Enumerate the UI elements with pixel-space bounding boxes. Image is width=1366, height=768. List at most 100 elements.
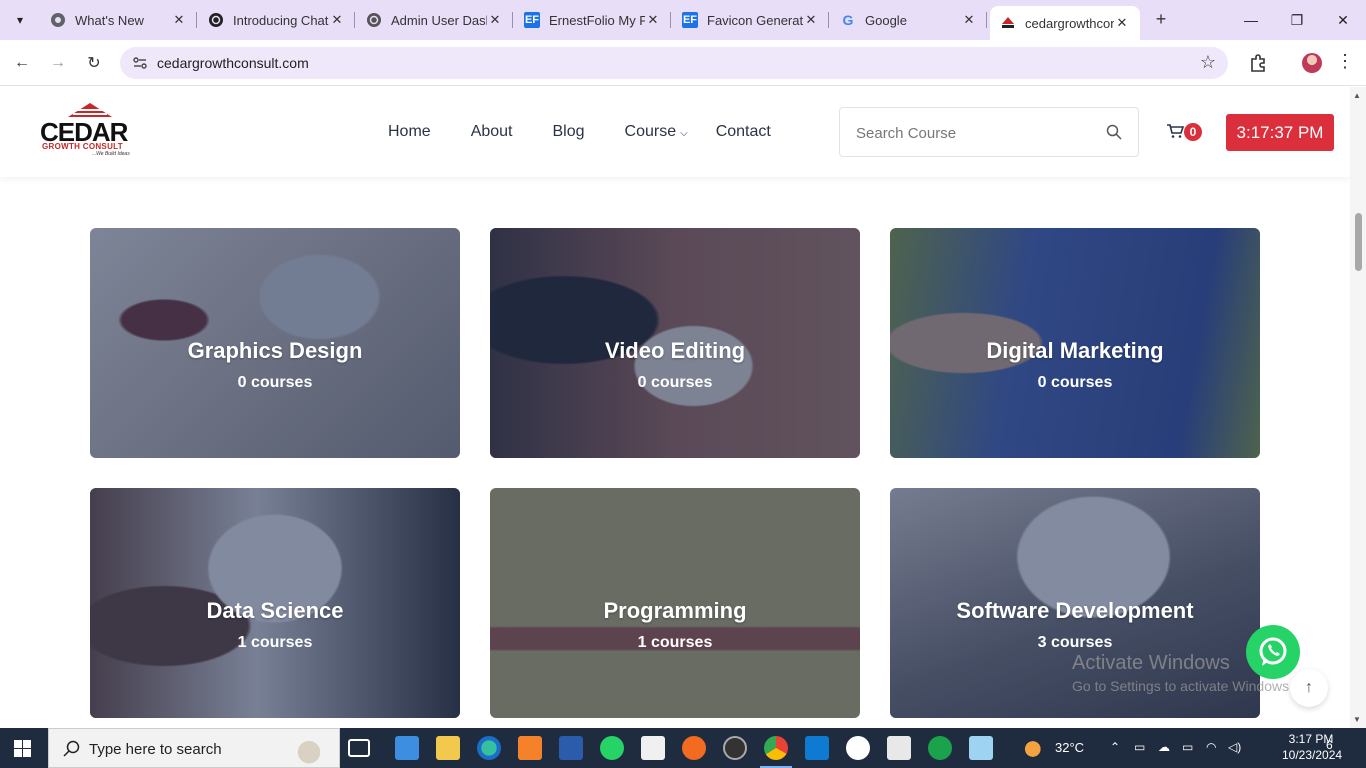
- clock-button[interactable]: 3:17:37 PM: [1226, 114, 1334, 151]
- category-card-programming[interactable]: Programming 1 courses: [490, 488, 860, 718]
- nav-about[interactable]: About: [471, 123, 513, 141]
- tab-admin-dashboard[interactable]: Admin User Dashboard ✕: [356, 6, 513, 34]
- category-count: 0 courses: [237, 374, 313, 391]
- tab-cedargrowthconsult[interactable]: cedargrowthconsult ✕: [990, 6, 1140, 40]
- close-tab-icon[interactable]: ✕: [803, 12, 819, 28]
- search-icon: [63, 740, 80, 757]
- ef-icon: EF: [682, 12, 698, 28]
- scroll-down-arrow-icon[interactable]: ▼: [1353, 715, 1361, 724]
- search-input[interactable]: [856, 122, 1096, 144]
- close-tab-icon[interactable]: ✕: [487, 12, 503, 28]
- browser-menu-icon[interactable]: ⋮: [1336, 51, 1354, 72]
- whatsapp-taskbar-icon[interactable]: [600, 736, 624, 760]
- nav-blog[interactable]: Blog: [553, 123, 585, 141]
- category-title: Video Editing: [604, 338, 746, 363]
- whatsapp-chat-button[interactable]: [1246, 625, 1300, 679]
- search-highlight-image: [289, 733, 329, 765]
- tab-introducing-chatgpt[interactable]: Introducing ChatGPT ✕: [198, 6, 355, 34]
- tab-title: ErnestFolio My Portfolio: [549, 12, 645, 28]
- store-icon[interactable]: [887, 736, 911, 760]
- taskbar-search[interactable]: Type here to search: [48, 728, 340, 768]
- category-card-digital-marketing[interactable]: Digital Marketing 0 courses: [890, 228, 1260, 458]
- page-viewport: CEDAR GROWTH CONSULT ...We Build Ideas H…: [0, 87, 1350, 728]
- logo-tagline: ...We Build Ideas: [92, 151, 130, 157]
- edge-icon[interactable]: [477, 736, 501, 760]
- capcut-icon[interactable]: [641, 736, 665, 760]
- restore-icon[interactable]: ❐: [1274, 0, 1320, 40]
- close-tab-icon[interactable]: ✕: [645, 12, 661, 28]
- profile-avatar[interactable]: [1302, 53, 1322, 73]
- windows-start-icon[interactable]: [14, 740, 31, 757]
- category-card-graphics-design[interactable]: Graphics Design 0 courses: [90, 228, 460, 458]
- course-search: [839, 107, 1139, 157]
- word-icon[interactable]: [559, 736, 583, 760]
- address-bar[interactable]: cedargrowthconsult.com ☆: [120, 47, 1228, 79]
- bookmark-star-icon[interactable]: ☆: [1200, 52, 1216, 73]
- close-tab-icon[interactable]: ✕: [961, 12, 977, 28]
- url-text[interactable]: cedargrowthconsult.com: [157, 55, 309, 71]
- onedrive-icon[interactable]: ☁: [1158, 740, 1170, 754]
- chevron-down-icon: ⌵: [680, 128, 688, 139]
- tray-chevron-icon[interactable]: ⌃: [1110, 740, 1120, 754]
- notification-count: 6: [1326, 738, 1333, 752]
- scrollbar-thumb[interactable]: [1355, 213, 1362, 271]
- browser-toolbar: ← → ↻ cedargrowthconsult.com ☆ ⋮: [0, 40, 1366, 86]
- cart-icon[interactable]: [1166, 123, 1184, 139]
- site-logo[interactable]: CEDAR GROWTH CONSULT ...We Build Ideas: [40, 103, 136, 159]
- volume-icon[interactable]: ◁): [1228, 740, 1241, 754]
- ef-icon: EF: [524, 12, 540, 28]
- nav-course[interactable]: Course ⌵: [625, 123, 688, 141]
- search-icon[interactable]: [1106, 124, 1122, 140]
- tab-title: Introducing ChatGPT: [233, 12, 329, 28]
- logo-subtitle: GROWTH CONSULT: [42, 142, 123, 151]
- tab-title: Google: [865, 12, 907, 28]
- back-icon[interactable]: ←: [9, 50, 35, 76]
- meet-now-icon[interactable]: ▭: [1134, 740, 1145, 754]
- new-tab-button[interactable]: +: [1150, 8, 1172, 30]
- postman-icon[interactable]: [682, 736, 706, 760]
- scroll-to-top-button[interactable]: ↑: [1290, 669, 1328, 707]
- tab-ernestfolio[interactable]: EF ErnestFolio My Portfolio ✕: [514, 6, 671, 34]
- category-title: Data Science: [206, 598, 344, 623]
- file-explorer-icon[interactable]: [436, 736, 460, 760]
- tab-whats-new[interactable]: What's New ✕: [40, 6, 197, 34]
- chrome-icon: [50, 12, 66, 28]
- mail-icon[interactable]: [395, 736, 419, 760]
- teamviewer-icon[interactable]: [846, 736, 870, 760]
- wifi-icon[interactable]: ◠: [1206, 740, 1216, 754]
- tab-google[interactable]: G Google ✕: [830, 6, 987, 34]
- mongodb-compass-icon[interactable]: [928, 736, 952, 760]
- battery-icon[interactable]: ▭: [1182, 740, 1193, 754]
- category-count: 1 courses: [237, 634, 313, 651]
- minimize-icon[interactable]: —: [1228, 0, 1274, 40]
- notepad-icon[interactable]: [969, 736, 993, 760]
- task-view-icon[interactable]: [348, 739, 370, 757]
- tab-favicon-generator[interactable]: EF Favicon Generator ✕: [672, 6, 829, 34]
- site-info-icon[interactable]: [132, 55, 148, 71]
- page-scrollbar[interactable]: ▲ ▼: [1350, 87, 1366, 728]
- nav-course-label: Course: [624, 123, 677, 140]
- nav-contact[interactable]: Contact: [716, 123, 771, 141]
- obs-icon[interactable]: [723, 736, 747, 760]
- chrome-taskbar-icon[interactable]: [760, 736, 792, 768]
- temperature[interactable]: 32°C: [1055, 740, 1084, 755]
- vscode-icon[interactable]: [805, 736, 829, 760]
- category-card-data-science[interactable]: Data Science 1 courses: [90, 488, 460, 718]
- scroll-up-arrow-icon[interactable]: ▲: [1353, 91, 1361, 100]
- category-card-video-editing[interactable]: Video Editing 0 courses: [490, 228, 860, 458]
- extensions-icon[interactable]: [1248, 53, 1268, 73]
- reload-icon[interactable]: ↻: [81, 50, 107, 76]
- weather-icon[interactable]: [1024, 738, 1046, 758]
- category-title: Software Development: [956, 598, 1194, 623]
- close-window-icon[interactable]: ✕: [1320, 0, 1366, 40]
- close-tab-icon[interactable]: ✕: [171, 12, 187, 28]
- close-tab-icon[interactable]: ✕: [1114, 15, 1130, 31]
- tab-search-chevron-icon[interactable]: ▾: [8, 8, 32, 32]
- notification-center-icon[interactable]: 6: [1326, 738, 1346, 758]
- category-title: Programming: [603, 598, 747, 623]
- windows-taskbar: Type here to search 32°C ⌃ ▭ ☁ ▭ ◠ ◁) 3:…: [0, 728, 1366, 768]
- xampp-icon[interactable]: [518, 736, 542, 760]
- nav-home[interactable]: Home: [388, 123, 431, 141]
- close-tab-icon[interactable]: ✕: [329, 12, 345, 28]
- forward-icon[interactable]: →: [45, 50, 71, 76]
